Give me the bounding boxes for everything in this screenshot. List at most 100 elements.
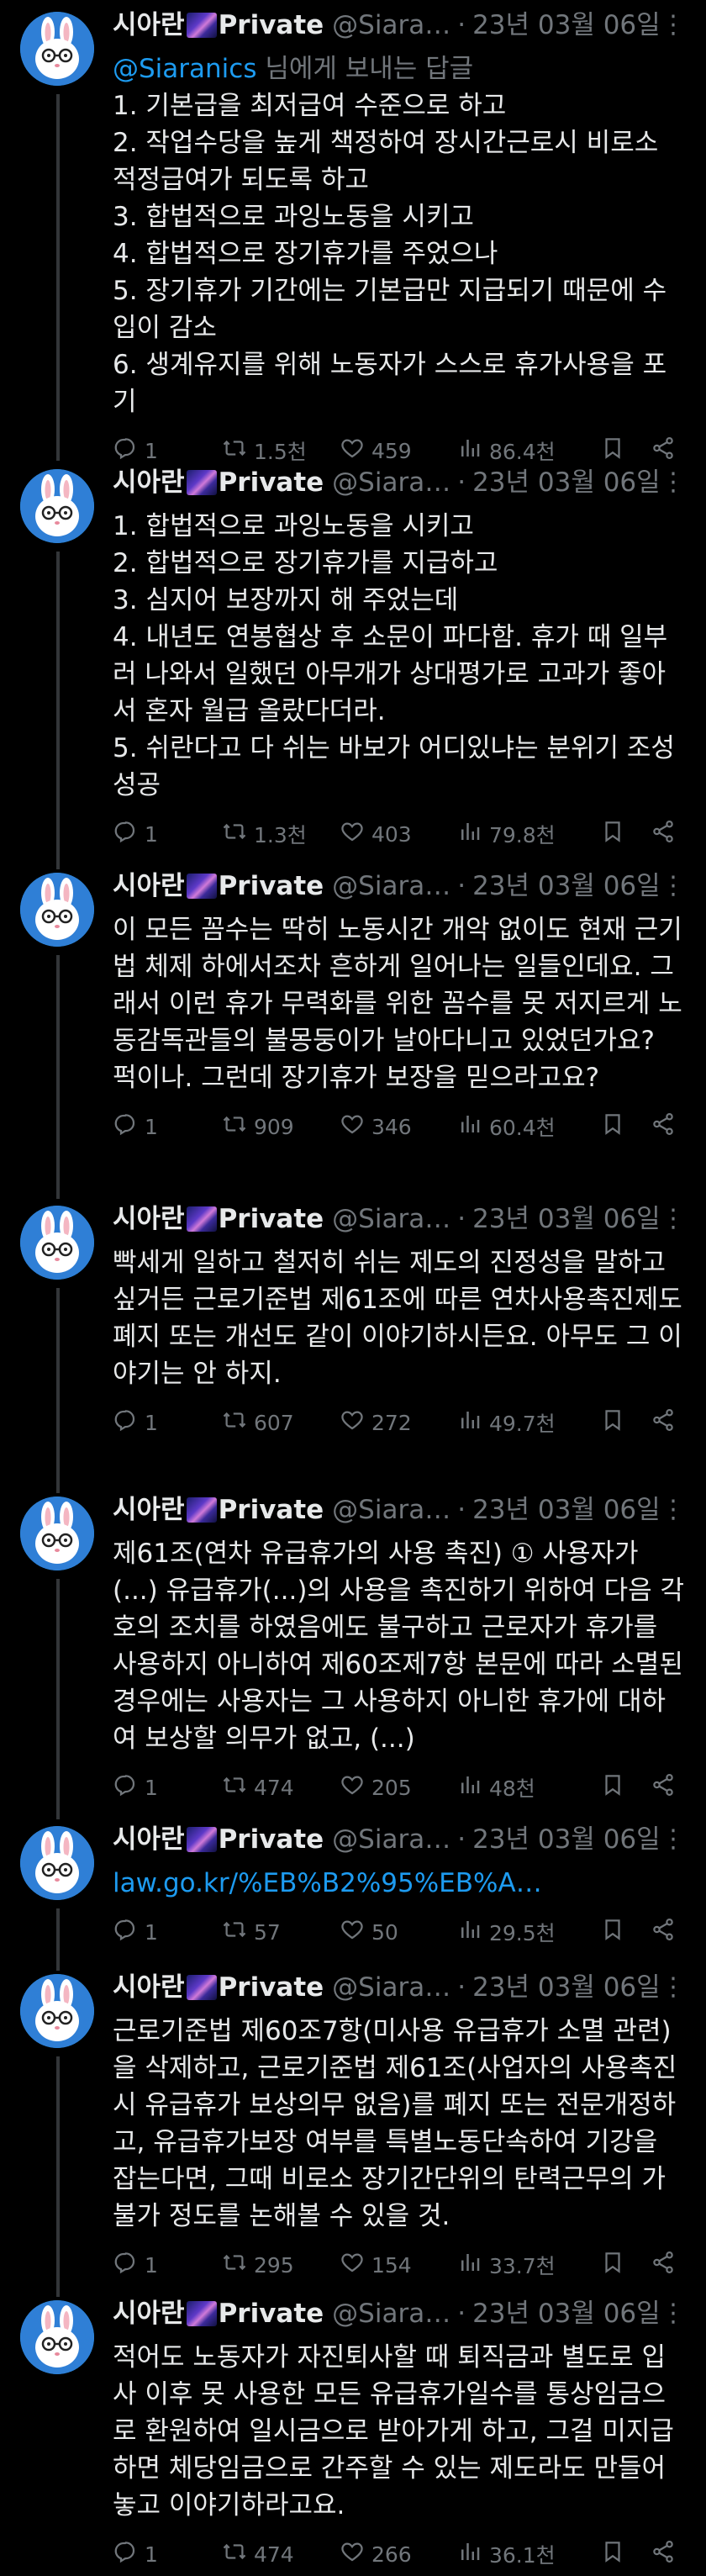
views-button[interactable]: 36.1천 [457,2539,600,2569]
tweet-text: 1. 기본급을 최저급여 수준으로 하고 2. 작업수당을 높게 책정하여 장시… [113,91,667,417]
author-name[interactable]: 시아란 [113,869,185,903]
bookmark-button[interactable] [600,1917,651,1947]
bunny-avatar-icon[interactable] [20,469,94,543]
like-button[interactable]: 205 [340,1772,457,1803]
author-name-suffix[interactable]: Private [219,1823,324,1856]
author-handle[interactable]: @Siara… [332,1493,450,1527]
views-button[interactable]: 79.8천 [457,819,600,849]
more-options-icon[interactable]: ⋮ [661,1202,686,1236]
bookmark-button[interactable] [600,2250,651,2280]
like-button[interactable]: 272 [340,1407,457,1438]
like-count: 272 [371,1410,412,1435]
bookmark-button[interactable] [600,1772,651,1803]
view-count: 33.7천 [489,2254,556,2278]
retweet-button[interactable]: 607 [222,1407,340,1438]
share-button[interactable] [651,1772,676,1803]
like-button[interactable]: 346 [340,1111,457,1142]
views-button[interactable]: 48천 [457,1772,600,1803]
reply-button[interactable]: 1 [113,1772,222,1803]
reply-button[interactable]: 1 [113,1917,222,1947]
author-name-suffix[interactable]: Private [219,8,324,42]
bunny-avatar-icon[interactable] [20,1497,94,1570]
tweet-date[interactable]: 23년 03월 06일 [472,466,661,499]
more-options-icon[interactable]: ⋮ [661,869,686,903]
bookmark-button[interactable] [600,1407,651,1438]
author-name-suffix[interactable]: Private [219,1202,324,1236]
more-options-icon[interactable]: ⋮ [661,2297,686,2331]
bunny-avatar-icon[interactable] [20,873,94,947]
more-options-icon[interactable]: ⋮ [661,1493,686,1527]
tweet-date[interactable]: 23년 03월 06일 [472,8,661,42]
share-button[interactable] [651,1111,676,1142]
bunny-avatar-icon[interactable] [20,1826,94,1900]
share-icon [651,2539,682,2569]
author-handle[interactable]: @Siara… [332,869,450,903]
author-handle[interactable]: @Siara… [332,466,450,499]
views-button[interactable]: 29.5천 [457,1917,600,1947]
like-button[interactable]: 50 [340,1917,457,1947]
reply-button[interactable]: 1 [113,2250,222,2280]
share-button[interactable] [651,819,676,849]
bunny-avatar-icon[interactable] [20,1974,94,2048]
author-name[interactable]: 시아란 [113,1493,185,1527]
author-name-suffix[interactable]: Private [219,2297,324,2331]
retweet-button[interactable]: 909 [222,1111,340,1142]
author-name[interactable]: 시아란 [113,2297,185,2331]
author-name-suffix[interactable]: Private [219,869,324,903]
author-name[interactable]: 시아란 [113,1823,185,1856]
reply-button[interactable]: 1 [113,1407,222,1438]
retweet-button[interactable]: 474 [222,2539,340,2569]
author-handle[interactable]: @Siara… [332,1202,450,1236]
retweet-button[interactable]: 295 [222,2250,340,2280]
share-button[interactable] [651,1407,676,1438]
views-button[interactable]: 60.4천 [457,1111,600,1142]
tweet-date[interactable]: 23년 03월 06일 [472,2297,661,2331]
reply-button[interactable]: 1 [113,1111,222,1142]
author-name[interactable]: 시아란 [113,1971,185,2004]
author-name[interactable]: 시아란 [113,8,185,42]
author-name[interactable]: 시아란 [113,1202,185,1236]
author-handle[interactable]: @Siara… [332,1823,450,1856]
like-button[interactable]: 266 [340,2539,457,2569]
like-button[interactable]: 403 [340,819,457,849]
bunny-avatar-icon[interactable] [20,1206,94,1280]
tweet-date[interactable]: 23년 03월 06일 [472,1493,661,1527]
tweet-date[interactable]: 23년 03월 06일 [472,1971,661,2004]
tweet-date[interactable]: 23년 03월 06일 [472,1823,661,1856]
views-button[interactable]: 49.7천 [457,1407,600,1438]
share-button[interactable] [651,1917,676,1947]
bookmark-button[interactable] [600,819,651,849]
more-options-icon[interactable]: ⋮ [661,466,686,499]
bookmark-icon [600,2250,632,2280]
thread-line-3 [56,955,60,1199]
author-handle[interactable]: @Siara… [332,8,450,42]
bunny-avatar-icon[interactable] [20,12,94,86]
reply-button[interactable]: 1 [113,819,222,849]
retweet-button[interactable]: 57 [222,1917,340,1947]
like-count: 266 [371,2542,412,2567]
retweet-button[interactable]: 1.3천 [222,819,340,849]
more-options-icon[interactable]: ⋮ [661,8,686,42]
more-options-icon[interactable]: ⋮ [661,1823,686,1856]
author-name-suffix[interactable]: Private [219,1493,324,1527]
tweet-date[interactable]: 23년 03월 06일 [472,1202,661,1236]
bookmark-button[interactable] [600,2539,651,2569]
author-name-suffix[interactable]: Private [219,466,324,499]
author-handle[interactable]: @Siara… [332,1971,450,2004]
share-button[interactable] [651,2539,676,2569]
external-link[interactable]: law.go.kr/%EB%B2%95%EB%A… [113,1865,686,1902]
more-options-icon[interactable]: ⋮ [661,1971,686,2004]
share-button[interactable] [651,2250,676,2280]
reply-button[interactable]: 1 [113,2539,222,2569]
author-name[interactable]: 시아란 [113,466,185,499]
views-button[interactable]: 33.7천 [457,2250,600,2280]
reply-icon [113,1772,145,1803]
bunny-avatar-icon[interactable] [20,2300,94,2374]
author-name-suffix[interactable]: Private [219,1971,324,2004]
retweet-button[interactable]: 474 [222,1772,340,1803]
like-button[interactable]: 154 [340,2250,457,2280]
bookmark-button[interactable] [600,1111,651,1142]
tweet-date[interactable]: 23년 03월 06일 [472,869,661,903]
author-handle[interactable]: @Siara… [332,2297,450,2331]
reply-mention-link[interactable]: @Siaranics [113,54,256,84]
